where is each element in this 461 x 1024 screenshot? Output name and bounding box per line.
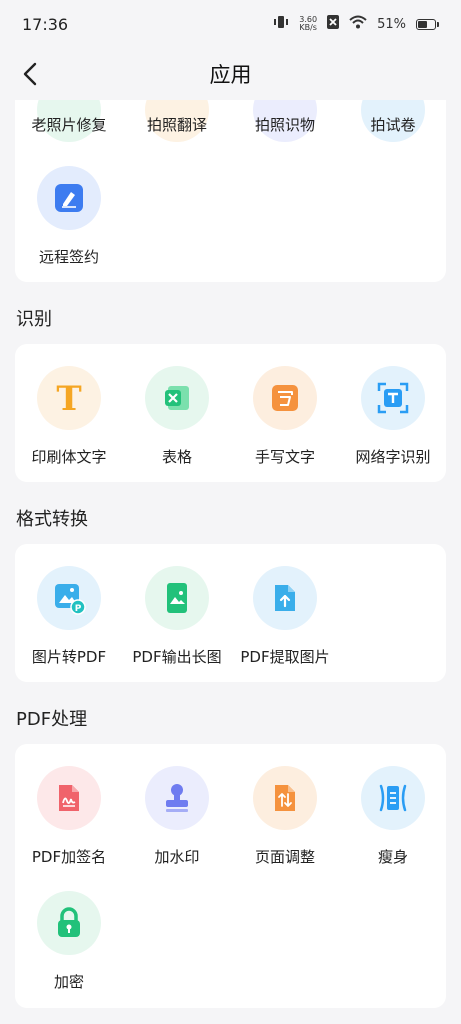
tile-label: 印刷体文字 <box>31 448 107 466</box>
tile-web-font[interactable]: 网络字识别 <box>339 366 447 467</box>
status-icons: 3.60 KB/s 51% <box>273 15 439 33</box>
letter-t-icon: T <box>37 366 101 430</box>
recognition-card: T 印刷体文字 表格 手写文字 网络字识别 <box>15 344 446 482</box>
signature-doc-icon <box>37 766 101 830</box>
battery-icon <box>416 18 439 30</box>
svg-text:T: T <box>56 381 81 415</box>
section-title-pdf: PDF处理 <box>16 709 88 730</box>
extract-upload-icon <box>253 566 317 630</box>
section-title-recognition: 识别 <box>16 309 52 330</box>
compress-icon <box>361 766 425 830</box>
tile-remote-sign[interactable]: 远程签约 <box>15 166 123 267</box>
tile-page-adjust[interactable]: 页面调整 <box>231 766 339 867</box>
tile-photo-translate[interactable]: 拍照翻译 <box>123 114 231 135</box>
tile-label: 加密 <box>53 973 84 991</box>
stamp-icon <box>145 766 209 830</box>
top-apps-card: 老照片修复 拍照翻译 拍照识物 拍试卷 远程签约 <box>15 78 447 282</box>
svg-text:P: P <box>75 604 82 614</box>
long-image-icon <box>145 566 209 630</box>
scan-text-icon <box>361 366 425 430</box>
handwrite-icon <box>253 366 317 430</box>
tile-pdf-signature[interactable]: PDF加签名 <box>15 766 123 867</box>
tile-photo-identify[interactable]: 拍照识物 <box>231 114 339 135</box>
vibrate-icon <box>273 15 289 33</box>
no-sim-icon <box>327 15 340 33</box>
app-header: 应用 <box>0 48 461 100</box>
tile-label: 加水印 <box>154 848 200 866</box>
pen-sign-icon <box>37 166 101 230</box>
tile-watermark[interactable]: 加水印 <box>123 766 231 867</box>
tile-table[interactable]: 表格 <box>123 366 231 467</box>
excel-x-icon <box>145 366 209 430</box>
status-time: 17:36 <box>22 14 69 34</box>
tile-old-photo[interactable]: 老照片修复 <box>15 114 123 135</box>
battery-percent: 51% <box>377 16 406 32</box>
tile-label: PDF提取图片 <box>240 648 330 666</box>
chevron-left-icon <box>23 62 37 86</box>
tile-label: PDF输出长图 <box>132 648 222 666</box>
tile-photo-exam[interactable]: 拍试卷 <box>339 114 447 135</box>
wifi-icon <box>349 15 367 33</box>
tile-pdf-extract-image[interactable]: PDF提取图片 <box>231 566 339 667</box>
tile-handwriting[interactable]: 手写文字 <box>231 366 339 467</box>
tile-label: 瘦身 <box>377 848 408 866</box>
pdf-card: PDF加签名 加水印 页面调整 瘦身 加密 <box>15 744 446 1008</box>
format-card: P 图片转PDF PDF输出长图 PDF提取图片 <box>15 544 446 682</box>
tile-pdf-long-image[interactable]: PDF输出长图 <box>123 566 231 667</box>
lock-icon <box>37 891 101 955</box>
tile-label: PDF加签名 <box>31 848 107 866</box>
net-speed: 3.60 KB/s <box>299 15 318 32</box>
tile-label: 老照片修复 <box>31 116 107 134</box>
tile-label: 拍照识物 <box>254 116 315 134</box>
tile-label: 网络字识别 <box>355 448 431 466</box>
tile-label: 拍试卷 <box>370 116 416 134</box>
image-to-pdf-icon: P <box>37 566 101 630</box>
tile-print-text[interactable]: T 印刷体文字 <box>15 366 123 467</box>
tile-label: 表格 <box>161 448 192 466</box>
tile-image-to-pdf[interactable]: P 图片转PDF <box>15 566 123 667</box>
tile-encrypt[interactable]: 加密 <box>15 891 123 992</box>
page-adjust-icon <box>253 766 317 830</box>
section-title-format: 格式转换 <box>16 509 88 530</box>
tile-label: 图片转PDF <box>31 648 107 666</box>
tile-label: 页面调整 <box>254 848 315 866</box>
tile-label: 远程签约 <box>38 248 99 266</box>
tile-label: 手写文字 <box>254 448 315 466</box>
page-title: 应用 <box>209 63 252 87</box>
status-bar: 17:36 3.60 KB/s 51% <box>0 0 461 48</box>
tile-compress[interactable]: 瘦身 <box>339 766 447 867</box>
back-button[interactable] <box>12 56 48 92</box>
tile-label: 拍照翻译 <box>146 116 207 134</box>
